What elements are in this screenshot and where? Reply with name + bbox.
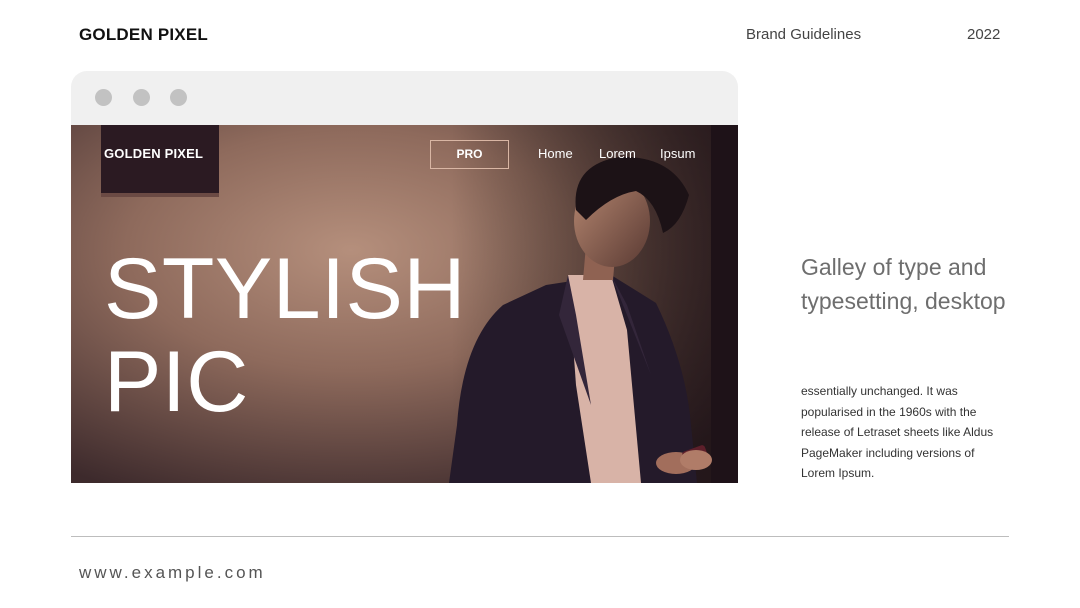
hero-title-line-2: PIC bbox=[104, 334, 249, 430]
year-label: 2022 bbox=[967, 26, 1001, 43]
window-minimize-dot-icon bbox=[133, 89, 150, 106]
hero-title: STYLISH PIC bbox=[104, 243, 466, 429]
hero-title-line-1: STYLISH bbox=[104, 241, 466, 337]
side-body-text: essentially unchanged. It was popularise… bbox=[801, 384, 994, 480]
section-title: Brand Guidelines bbox=[746, 26, 862, 43]
pro-button[interactable]: PRO bbox=[430, 140, 509, 169]
nav-item-lorem[interactable]: Lorem bbox=[599, 146, 636, 161]
nav-item-home[interactable]: Home bbox=[538, 146, 573, 161]
browser-mockup: GOLDEN PIXEL PRO Home Lorem Ipsum STYLIS… bbox=[71, 71, 738, 483]
browser-title-bar bbox=[71, 71, 738, 125]
footer-divider bbox=[71, 536, 1009, 537]
brand-logo: GOLDEN PIXEL bbox=[79, 25, 208, 44]
nav-item-ipsum[interactable]: Ipsum bbox=[660, 146, 695, 161]
window-maximize-dot-icon bbox=[170, 89, 187, 106]
side-heading: Galley of type and typesetting, desktop bbox=[801, 254, 1006, 314]
window-close-dot-icon bbox=[95, 89, 112, 106]
site-logo[interactable]: GOLDEN PIXEL bbox=[104, 146, 203, 161]
footer-url[interactable]: www.example.com bbox=[79, 563, 266, 583]
hero-section: GOLDEN PIXEL PRO Home Lorem Ipsum STYLIS… bbox=[71, 125, 738, 483]
